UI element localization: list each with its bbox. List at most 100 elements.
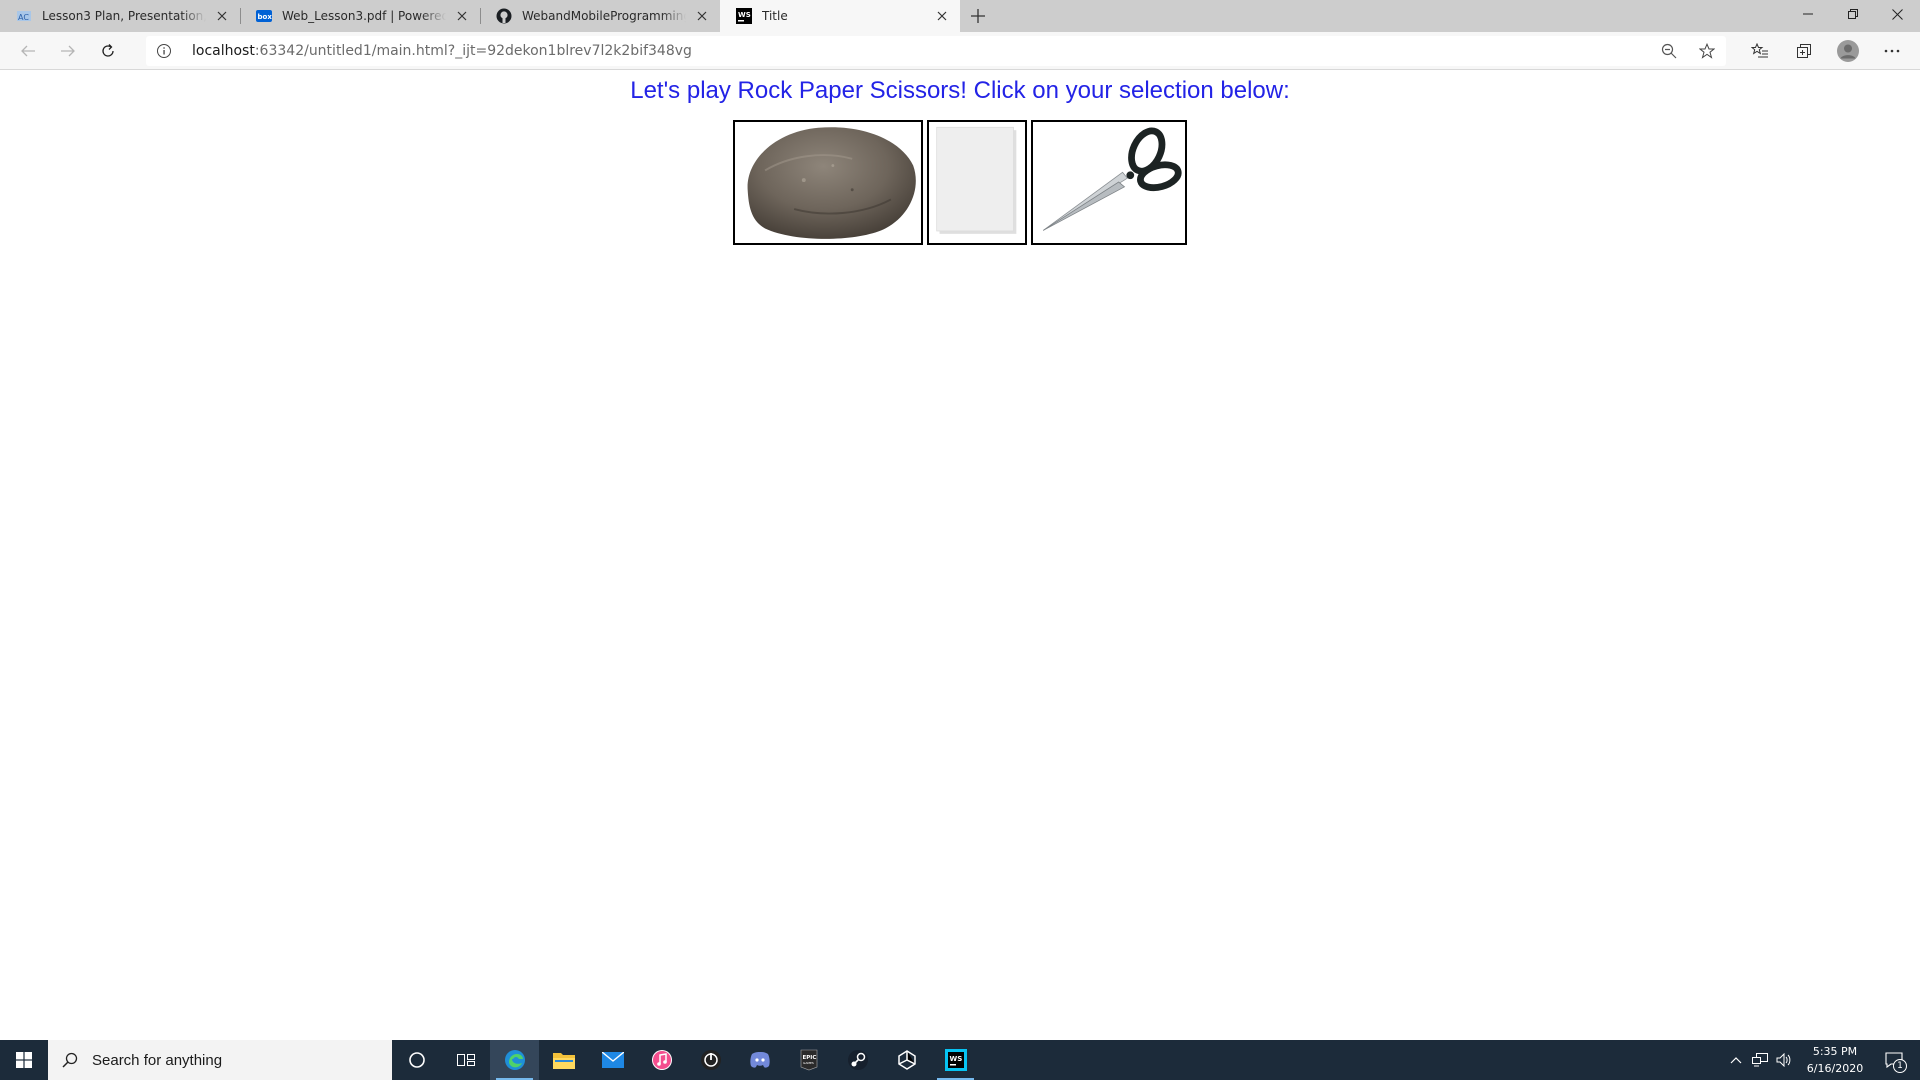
svg-text:GAMES: GAMES [803, 1061, 814, 1065]
refresh-button[interactable] [88, 35, 128, 67]
close-icon[interactable] [454, 8, 470, 24]
close-icon[interactable] [214, 8, 230, 24]
web-page: Let's play Rock Paper Scissors! Click on… [0, 71, 1920, 1040]
url-path: :63342/untitled1/main.html?_ijt=92dekon1… [254, 43, 692, 59]
mail-icon [601, 1052, 624, 1068]
discord-icon [749, 1052, 770, 1068]
search-placeholder: Search for anything [92, 1051, 223, 1069]
start-button[interactable] [0, 1040, 48, 1080]
tab-github-repo[interactable]: WebandMobileProgramming-2020 [480, 0, 720, 32]
minimize-button[interactable] [1785, 0, 1830, 28]
rock-image [736, 122, 920, 243]
mit-app-icon: AC [16, 8, 32, 24]
favorites-button[interactable] [1738, 35, 1782, 67]
refresh-icon [102, 43, 114, 57]
search-icon [62, 1052, 78, 1068]
github-icon [496, 8, 512, 24]
address-bar[interactable]: localhost:63342/untitled1/main.html?_ijt… [146, 36, 1726, 66]
svg-text:WS: WS [949, 1055, 962, 1063]
close-icon[interactable] [694, 8, 710, 24]
forward-arrow-icon [61, 45, 75, 56]
restore-button[interactable] [1830, 0, 1875, 28]
back-button[interactable] [8, 35, 48, 67]
system-tray: 5:35 PM 6/16/2020 1 [1724, 1040, 1920, 1080]
taskbar-webstorm[interactable]: WS [931, 1040, 980, 1080]
tab-web-lesson3-pdf[interactable]: box Web_Lesson3.pdf | Powered by Box [240, 0, 480, 32]
plus-icon [971, 9, 985, 23]
clock-time: 5:35 PM [1812, 1045, 1858, 1058]
taskbar-itunes[interactable] [637, 1040, 686, 1080]
collections-button[interactable] [1782, 35, 1826, 67]
taskbar-mail[interactable] [588, 1040, 637, 1080]
clock-date: 6/16/2020 [1806, 1062, 1864, 1075]
tab-title: WebandMobileProgramming-2020 [522, 9, 686, 23]
task-view-button[interactable] [441, 1040, 490, 1080]
power-icon [700, 1050, 721, 1070]
tab-title: Title [762, 9, 788, 23]
file-explorer-icon [552, 1053, 575, 1069]
volume-icon [1776, 1053, 1791, 1067]
close-icon[interactable] [934, 8, 950, 24]
taskbar-clock[interactable]: 5:35 PM 6/16/2020 [1796, 1043, 1874, 1077]
taskbar-discord[interactable] [735, 1040, 784, 1080]
itunes-icon [651, 1050, 672, 1070]
favorites-list-icon [1751, 43, 1768, 58]
tab-lesson3-plan[interactable]: AC Lesson3 Plan, Presentation, Source [0, 0, 240, 32]
taskbar-search-box[interactable]: Search for anything [48, 1040, 392, 1080]
zoom-icon[interactable] [1650, 36, 1688, 66]
scissors-button[interactable] [1031, 120, 1187, 245]
site-info-icon[interactable] [146, 43, 182, 59]
settings-menu-button[interactable] [1870, 35, 1914, 67]
action-center-button[interactable]: 1 [1874, 1040, 1914, 1080]
taskbar-power-app[interactable] [686, 1040, 735, 1080]
favorite-star-icon[interactable] [1688, 36, 1726, 66]
tab-title: Web_Lesson3.pdf | Powered by Box [282, 9, 446, 23]
url-host: localhost [192, 43, 255, 59]
close-window-button[interactable] [1875, 0, 1920, 28]
task-view-icon [456, 1054, 475, 1066]
new-tab-button[interactable] [962, 0, 994, 32]
chevron-up-icon [1730, 1057, 1742, 1064]
network-icon [1752, 1053, 1768, 1067]
window-controls [1785, 0, 1920, 28]
close-icon [1892, 8, 1903, 20]
scissors-image [1033, 122, 1185, 243]
windows-logo-icon [16, 1052, 32, 1068]
webstorm-icon: WS [944, 1049, 967, 1071]
avatar-icon [1837, 40, 1859, 62]
edge-icon [504, 1050, 525, 1070]
network-button[interactable] [1748, 1040, 1772, 1080]
minimize-icon [1802, 13, 1813, 15]
choice-row [733, 120, 1187, 245]
box-icon: box [256, 8, 272, 24]
page-heading: Let's play Rock Paper Scissors! Click on… [630, 77, 1290, 104]
url-text[interactable]: localhost:63342/untitled1/main.html?_ijt… [192, 43, 692, 59]
unity-icon [897, 1050, 916, 1070]
tab-title-active[interactable]: WS Title [720, 0, 960, 32]
taskbar-steam[interactable] [833, 1040, 882, 1080]
svg-text:WS: WS [738, 11, 751, 19]
taskbar-edge[interactable] [490, 1040, 539, 1080]
taskbar-file-explorer[interactable] [539, 1040, 588, 1080]
taskbar: Search for anything EPIC GAMES WS 5:35 P… [0, 1040, 1920, 1080]
cortana-icon [408, 1052, 425, 1068]
cortana-button[interactable] [392, 1040, 441, 1080]
rock-button[interactable] [733, 120, 923, 245]
volume-button[interactable] [1772, 1040, 1796, 1080]
browser-toolbar: localhost:63342/untitled1/main.html?_ijt… [0, 32, 1920, 70]
paper-button[interactable] [927, 120, 1027, 245]
taskbar-unity[interactable] [882, 1040, 931, 1080]
show-hidden-icons-button[interactable] [1724, 1040, 1748, 1080]
taskbar-epic-games[interactable]: EPIC GAMES [784, 1040, 833, 1080]
collections-icon [1797, 44, 1811, 58]
profile-button[interactable] [1826, 35, 1870, 67]
more-dots-icon [1884, 49, 1900, 53]
steam-icon [847, 1050, 868, 1070]
forward-button[interactable] [48, 35, 88, 67]
svg-text:box: box [258, 13, 273, 21]
tab-title: Lesson3 Plan, Presentation, Source [42, 9, 206, 23]
svg-text:AC: AC [18, 13, 29, 22]
epic-games-icon: EPICGAMES [800, 1049, 817, 1071]
notification-count-badge: 1 [1893, 1059, 1907, 1073]
webstorm-icon: WS [736, 8, 752, 24]
